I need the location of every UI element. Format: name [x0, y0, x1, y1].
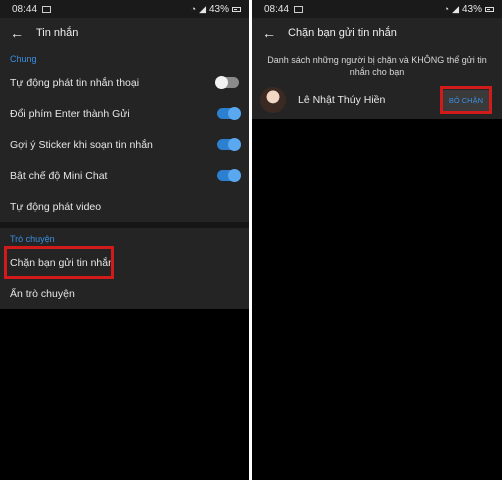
right-screen: 08:44 ◔ ◢ 43% ← Chặn bạn gửi tin nhắn Da…	[252, 0, 502, 480]
battery-icon	[485, 6, 494, 12]
enter-to-send-toggle[interactable]	[217, 107, 241, 120]
wifi-icon: ◔	[443, 4, 450, 14]
battery-percent: 43%	[461, 3, 482, 15]
status-time: 08:44	[264, 3, 290, 15]
contact-name: Lê Nhật Thúy Hiền	[298, 94, 386, 106]
setting-label: Tự động phát tin nhắn thoại	[10, 76, 140, 89]
image-notification-icon	[42, 5, 52, 13]
left-screen: 08:44 ◔ ◢ 43% ← Tin nhắn Chung Tự động p…	[0, 0, 249, 480]
highlight-unblock-button	[440, 86, 492, 114]
section-header-general: Chung	[10, 54, 37, 64]
status-time: 08:44	[12, 3, 38, 15]
setting-label: Tự động phát video	[10, 200, 102, 213]
page-title: Tin nhắn	[36, 27, 79, 39]
toggle-knob	[228, 169, 241, 182]
section-header-conversation: Trò chuyện	[10, 234, 55, 244]
setting-label: Bật chế độ Mini Chat	[10, 169, 108, 182]
signal-icon: ◢	[452, 3, 459, 14]
setting-mini-chat[interactable]: Bật chế độ Mini Chat	[0, 160, 249, 191]
setting-label: Gợi ý Sticker khi soạn tin nhắn	[10, 138, 153, 151]
setting-label: Ẩn trò chuyện	[10, 287, 75, 300]
setting-label: Đổi phím Enter thành Gửi	[10, 107, 130, 120]
toggle-knob	[215, 76, 228, 89]
signal-icon: ◢	[199, 3, 206, 14]
avatar	[260, 87, 286, 113]
highlight-block-messages	[4, 246, 114, 279]
setting-hide-conversation[interactable]: Ẩn trò chuyện	[0, 278, 249, 309]
status-bar: 08:44 ◔ ◢ 43%	[0, 0, 249, 18]
blocked-list-description: Danh sách những người bị chặn và KHÔNG t…	[252, 48, 502, 82]
status-bar: 08:44 ◔ ◢ 43%	[252, 0, 502, 18]
setting-auto-play-video[interactable]: Tự động phát video	[0, 191, 249, 222]
list-bottom-divider	[252, 118, 502, 119]
back-arrow-icon[interactable]: ←	[262, 26, 276, 40]
sticker-suggest-toggle[interactable]	[217, 138, 241, 151]
battery-icon	[232, 6, 241, 12]
back-arrow-icon[interactable]: ←	[10, 26, 24, 40]
app-bar: ← Chặn bạn gửi tin nhắn	[252, 18, 502, 48]
status-right: ◔ ◢ 43%	[444, 4, 494, 15]
battery-percent: 43%	[208, 3, 229, 15]
app-bar: ← Tin nhắn	[0, 18, 249, 48]
settings-general: Chung Tự động phát tin nhắn thoại Đổi ph…	[0, 48, 249, 222]
wifi-icon: ◔	[190, 4, 197, 14]
setting-enter-to-send[interactable]: Đổi phím Enter thành Gửi	[0, 98, 249, 129]
mini-chat-toggle[interactable]	[217, 169, 241, 182]
setting-auto-play-voice[interactable]: Tự động phát tin nhắn thoại	[0, 67, 249, 98]
setting-sticker-suggest[interactable]: Gợi ý Sticker khi soạn tin nhắn	[0, 129, 249, 160]
toggle-knob	[228, 107, 241, 120]
toggle-knob	[228, 138, 241, 151]
page-title: Chặn bạn gửi tin nhắn	[288, 27, 397, 39]
image-notification-icon	[294, 5, 304, 13]
auto-play-voice-toggle[interactable]	[215, 76, 239, 89]
status-right: ◔ ◢ 43%	[191, 4, 241, 15]
